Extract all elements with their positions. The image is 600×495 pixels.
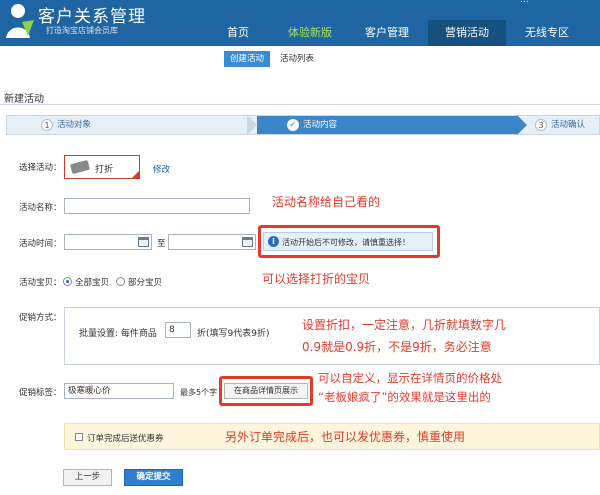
nav-wireless[interactable]: 无线专区 [512,20,582,46]
page-title: 新建活动 [4,94,44,105]
coupon-checkbox-label[interactable]: 订单完成后送优惠券 [87,432,164,444]
nav-marketing[interactable]: 营销活动 [428,20,506,46]
corner-marker-icon [132,171,139,178]
step-bar: 1 活动对象 ✓ 活动内容 3 活动确认 [6,115,600,135]
annotation-tag-1: 可以自定义，显示在详情页的价格处 [318,371,502,385]
step-label: 活动内容 [303,120,338,130]
time-separator: 至 [157,239,166,249]
step-3: 3 活动确认 [535,116,585,134]
discount-label: 促销方式： [19,313,62,323]
annotation-discount-2: 0.9就是0.9折，不是9折，务必注意 [302,340,492,354]
step-number: 1 [41,118,53,131]
step-arrow-right [517,115,527,135]
modify-link[interactable]: 修改 [153,163,170,175]
highlight-frame [258,225,440,258]
some-items-label[interactable]: 部分宝贝 [128,276,162,288]
tag-label: 促销标签： [19,388,62,398]
discount-unit-label: 折(填写9代表9折) [197,329,270,339]
user-logo-icon [6,4,34,38]
calendar-icon[interactable] [242,237,253,247]
nav-customer-management[interactable]: 客户管理 [354,20,420,46]
step-2: ✓ 活动内容 [257,116,517,134]
annotation-tag-2: “老板娘疯了”的效果就是这里出的 [318,390,491,404]
brand-subtitle: 打造淘宝店铺会员库 [46,26,118,35]
page: 客户关系管理 打造淘宝店铺会员库 ... 首页 体验新版 客户管理 营销活动 无… [0,0,600,495]
discount-panel: 批量设置: 每件商品 8 折(填写9代表9折) 设置折扣，一定注意，几折就填数字… [64,307,600,365]
top-header: 客户关系管理 打造淘宝店铺会员库 ... 首页 体验新版 客户管理 营销活动 无… [0,0,600,46]
tag-icon [70,159,90,175]
annotation-name: 活动名称给自己看的 [272,195,381,209]
tag-limit-text: 最多5个字 [180,388,218,397]
all-items-radio[interactable] [63,277,72,286]
annotation-coupon: 另外订单完成后，也可以发优惠券，慎重使用 [225,430,466,444]
previous-step-button[interactable]: 上一步 [63,469,112,486]
check-circle-icon: ✓ [287,118,299,131]
tag-input[interactable]: 极寒暖心价 [64,383,174,399]
divider [0,104,600,105]
some-items-radio[interactable] [116,277,125,286]
submit-button[interactable]: 确定提交 [124,469,183,486]
subnav-create-activity[interactable]: 创建活动 [224,51,270,67]
coupon-checkbox[interactable] [75,433,83,441]
nav-try-new[interactable]: 体验新版 [278,20,342,46]
annotation-discount-1: 设置折扣，一定注意，几折就填数字几 [302,318,507,332]
activity-time-label: 活动时间： [19,239,62,249]
bulk-setting-label: 批量设置: 每件商品 [79,329,157,339]
all-items-label[interactable]: 全部宝贝 [75,276,109,288]
coupon-area: 订单完成后送优惠券 另外订单完成后，也可以发优惠券，慎重使用 [64,423,600,450]
selected-activity-name: 打折 [95,165,114,175]
selected-activity-box[interactable]: 打折 [64,155,140,179]
activity-name-label: 活动名称： [19,203,62,213]
annotation-items: 可以选择打折的宝贝 [262,272,371,286]
discount-input[interactable]: 8 [165,322,191,338]
step-1: 1 活动对象 [41,116,91,134]
highlight-frame [219,376,313,406]
subnav-activity-list[interactable]: 活动列表 [280,51,314,67]
step-arrow-left [247,115,257,135]
header-corner-text: ... [520,0,529,5]
select-activity-label: 选择活动： [19,163,62,173]
nav-home[interactable]: 首页 [212,20,264,46]
brand-title: 客户关系管理 [38,7,146,27]
step-number: 3 [535,118,547,131]
activity-items-label: 活动宝贝： [19,278,62,288]
step-label: 活动确认 [551,120,586,130]
step-label: 活动对象 [57,120,92,130]
calendar-icon[interactable] [138,237,149,247]
activity-name-input[interactable] [64,198,250,214]
